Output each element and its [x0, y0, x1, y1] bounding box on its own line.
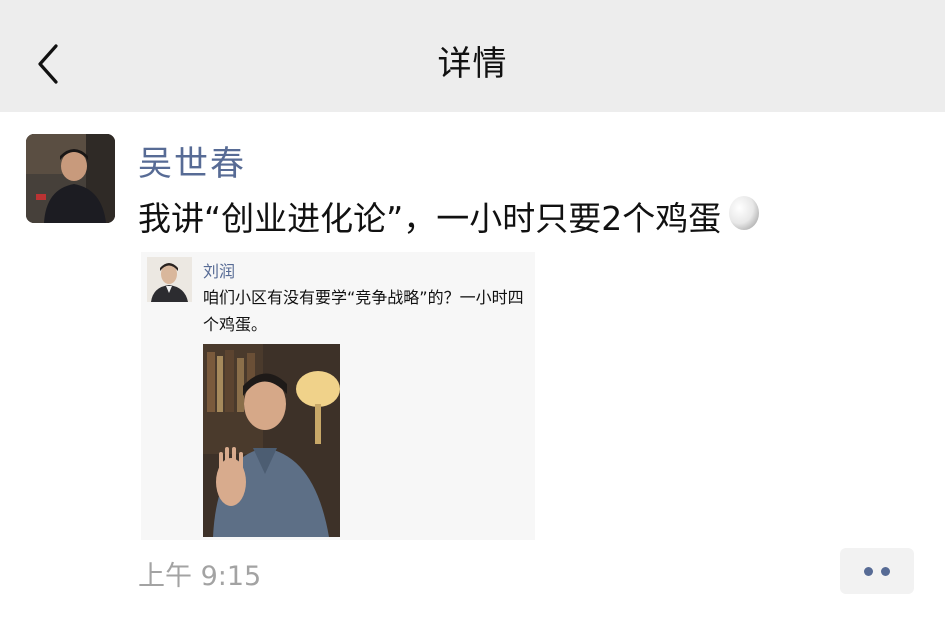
author-name[interactable]: 吴世春: [138, 136, 246, 185]
post-text: 我讲“创业进化论”，一小时只要2个鸡蛋: [138, 199, 722, 238]
quoted-author-name[interactable]: 刘润: [203, 258, 235, 282]
more-actions-button[interactable]: [840, 548, 914, 594]
top-navigation-bar: 详情: [0, 0, 945, 112]
quoted-post-photo[interactable]: [203, 344, 340, 537]
egg-icon: [727, 193, 761, 239]
author-avatar[interactable]: [26, 134, 115, 223]
post-timestamp: 上午 9:15: [138, 561, 262, 592]
quoted-post-text: 咱们小区有没有要学“竞争战略”的？一小时四个鸡蛋。: [203, 288, 524, 334]
page-title: 详情: [437, 44, 508, 84]
more-dots-icon: [860, 566, 894, 576]
quoted-post[interactable]: 刘润 咱们小区有没有要学“竞争战略”的？一小时四个鸡蛋。: [141, 252, 535, 540]
post-content: 我讲“创业进化论”，一小时只要2个鸡蛋: [138, 192, 761, 240]
quoted-author-avatar: [147, 257, 192, 302]
author-avatar-image: [26, 134, 115, 223]
